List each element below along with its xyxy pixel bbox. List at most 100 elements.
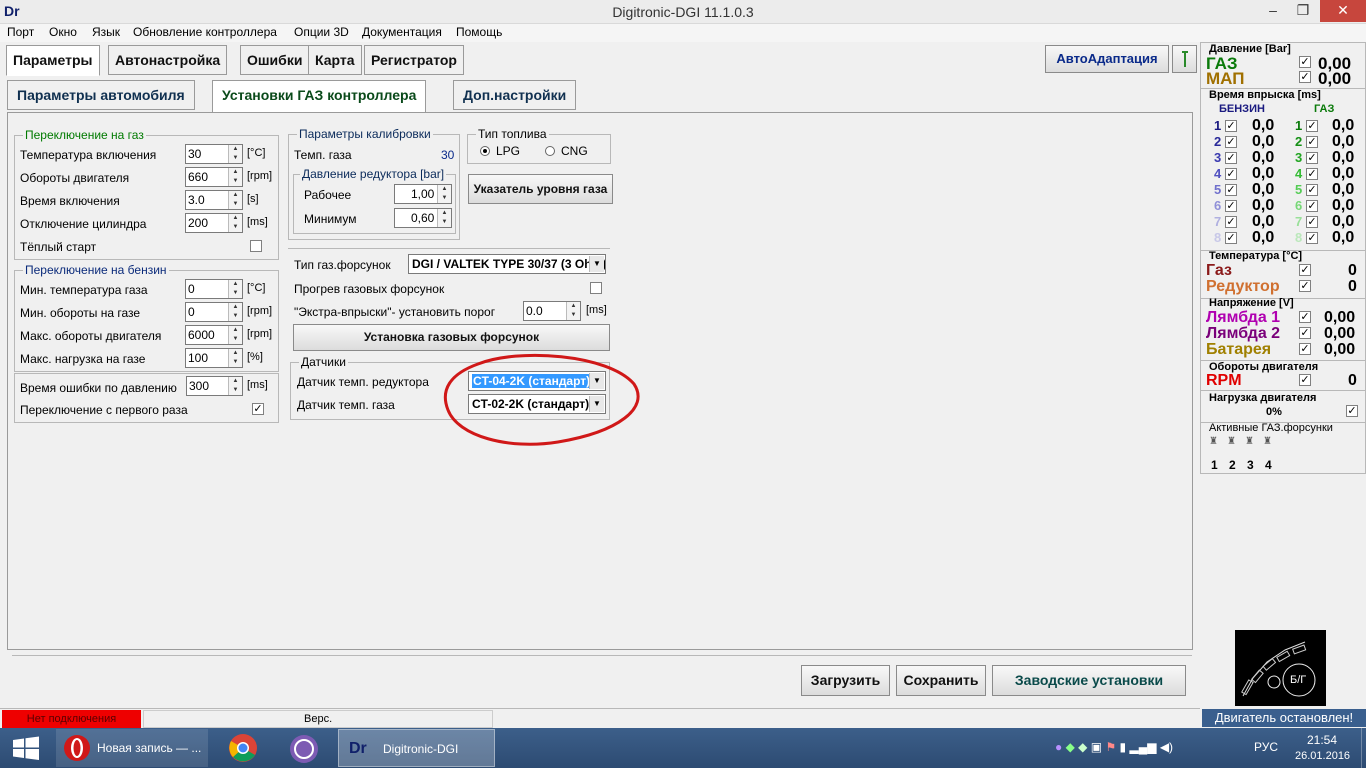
tray-icons[interactable]: ● ◆ ◆ ▣ ⚑ ▮ ▂▄▆ ◀) xyxy=(1055,740,1173,754)
injector-type-select[interactable]: DGI / VALTEK TYPE 30/37 (3 Ohm) ▼ xyxy=(408,254,606,274)
lpg-label: LPG xyxy=(496,144,521,158)
gas-injector-checkbox[interactable]: ✓ xyxy=(1306,152,1318,164)
map-pressure-checkbox[interactable]: ✓ xyxy=(1299,71,1311,83)
factory-settings-button[interactable]: Заводские установки xyxy=(992,665,1186,696)
gas-injector-checkbox[interactable]: ✓ xyxy=(1306,168,1318,180)
menu-3d[interactable]: Опции 3D xyxy=(294,25,349,39)
gas-injector-number: 5 xyxy=(1295,182,1303,197)
spin-arrows-icon: ▲ ▼ xyxy=(228,303,242,321)
petrol-injection-value: 0,0 xyxy=(1252,117,1275,134)
version-status: Верс. xyxy=(143,710,493,728)
injector-icon: ♜ xyxy=(1245,436,1254,447)
gas-petrol-switch[interactable]: Б/Г xyxy=(1235,630,1326,706)
subtab-gas-controller[interactable]: Установки ГАЗ контроллера xyxy=(212,80,427,113)
start-button[interactable] xyxy=(0,729,52,767)
reducer-pressure-title: Давление редуктора [bar] xyxy=(300,167,447,181)
taskbar-digitronic[interactable]: Dr Digitronic-DGI xyxy=(338,729,495,767)
tab-errors[interactable]: Ошибки xyxy=(240,45,310,75)
spin-arrows-icon: ▲ ▼ xyxy=(228,145,242,163)
menu-language[interactable]: Язык xyxy=(92,25,120,39)
load-button[interactable]: Загрузить xyxy=(801,665,890,696)
cylinder-off-input[interactable]: 200 ▲ ▼ xyxy=(185,213,243,233)
petrol-injector-checkbox[interactable]: ✓ xyxy=(1225,120,1237,132)
battery-checkbox[interactable]: ✓ xyxy=(1299,343,1311,355)
gas-pressure-checkbox[interactable]: ✓ xyxy=(1299,56,1311,68)
petrol-injector-checkbox[interactable]: ✓ xyxy=(1225,168,1237,180)
petrol-injection-value: 0,0 xyxy=(1252,181,1275,198)
unit-label: [ms] xyxy=(247,216,268,228)
tab-map[interactable]: Карта xyxy=(308,45,362,75)
injector-setup-button[interactable]: Установка газовых форсунок xyxy=(293,324,610,351)
lambda1-checkbox[interactable]: ✓ xyxy=(1299,311,1311,323)
tab-recorder[interactable]: Регистратор xyxy=(364,45,464,75)
extra-injection-input[interactable]: 0.0 ▲ ▼ xyxy=(523,301,581,321)
gas-injector-checkbox[interactable]: ✓ xyxy=(1306,120,1318,132)
temp-reducer-value: 0 xyxy=(1348,278,1357,295)
gas-injector-number: 1 xyxy=(1295,118,1303,133)
tab-autotune[interactable]: Автонастройка xyxy=(108,45,228,75)
switch-rpm-input[interactable]: 660 ▲ ▼ xyxy=(185,167,243,187)
switch-time-input[interactable]: 3.0 ▲ ▼ xyxy=(185,190,243,210)
show-desktop[interactable] xyxy=(1361,728,1366,768)
gas-level-button[interactable]: Указатель уровня газа xyxy=(468,174,613,204)
spin-arrows-icon: ▲ ▼ xyxy=(228,280,242,298)
warm-start-checkbox[interactable] xyxy=(250,240,262,252)
petrol-injector-checkbox[interactable]: ✓ xyxy=(1225,152,1237,164)
max-load-input[interactable]: 100 ▲ ▼ xyxy=(185,348,243,368)
taskbar-chrome[interactable] xyxy=(212,729,272,767)
tab-parameters[interactable]: Параметры xyxy=(6,45,100,76)
subtab-car-params[interactable]: Параметры автомобиля xyxy=(7,80,195,110)
petrol-injector-checkbox[interactable]: ✓ xyxy=(1225,232,1237,244)
load-value: 0% xyxy=(1266,406,1282,418)
lambda2-checkbox[interactable]: ✓ xyxy=(1299,327,1311,339)
menu-help[interactable]: Помощь xyxy=(456,25,502,39)
gas-injector-checkbox[interactable]: ✓ xyxy=(1306,136,1318,148)
petrol-injector-checkbox[interactable]: ✓ xyxy=(1225,200,1237,212)
taskbar-opera[interactable]: Новая запись — ... xyxy=(56,729,208,767)
menu-docs[interactable]: Документация xyxy=(362,25,442,39)
gas-injector-checkbox[interactable]: ✓ xyxy=(1306,216,1318,228)
petrol-injector-checkbox[interactable]: ✓ xyxy=(1225,184,1237,196)
gas-injector-checkbox[interactable]: ✓ xyxy=(1306,184,1318,196)
min-pressure-input[interactable]: 0,60 ▲ ▼ xyxy=(394,208,452,228)
taskbar-viber[interactable] xyxy=(276,729,334,767)
petrol-injector-number: 6 xyxy=(1214,198,1222,213)
cng-radio[interactable] xyxy=(545,146,555,156)
gas-column-label: ГАЗ xyxy=(1314,103,1335,115)
working-pressure-input[interactable]: 1,00 ▲ ▼ xyxy=(394,184,452,204)
rpm-checkbox[interactable]: ✓ xyxy=(1299,374,1311,386)
petrol-injector-checkbox[interactable]: ✓ xyxy=(1225,216,1237,228)
tray-time[interactable]: 21:54 xyxy=(1307,733,1337,747)
injection-title: Время впрыска [ms] xyxy=(1209,89,1321,101)
temp-gas-checkbox[interactable]: ✓ xyxy=(1299,264,1311,276)
switch-temp-input[interactable]: 30 ▲ ▼ xyxy=(185,144,243,164)
load-checkbox[interactable]: ✓ xyxy=(1346,405,1358,417)
gas-injector-checkbox[interactable]: ✓ xyxy=(1306,200,1318,212)
gas-injector-checkbox[interactable]: ✓ xyxy=(1306,232,1318,244)
max-rpm-input[interactable]: 6000 ▲ ▼ xyxy=(185,325,243,345)
autoadapt-button[interactable]: АвтоАдаптация xyxy=(1045,45,1169,73)
petrol-injector-checkbox[interactable]: ✓ xyxy=(1225,136,1237,148)
wrench-button[interactable] xyxy=(1172,45,1197,73)
menu-window[interactable]: Окно xyxy=(49,25,77,39)
restore-icon[interactable]: ❐ xyxy=(1288,0,1318,22)
min-gas-temp-input[interactable]: 0 ▲ ▼ xyxy=(185,279,243,299)
close-icon[interactable]: ✕ xyxy=(1320,0,1366,22)
menu-update[interactable]: Обновление контроллера xyxy=(133,25,277,39)
tray-language[interactable]: РУС xyxy=(1254,740,1278,754)
temp-reducer-checkbox[interactable]: ✓ xyxy=(1299,280,1311,292)
rpm-label: RPM xyxy=(1206,372,1242,389)
lpg-radio[interactable] xyxy=(480,146,490,156)
tray-date[interactable]: 26.01.2016 xyxy=(1295,750,1350,762)
save-button[interactable]: Сохранить xyxy=(896,665,986,696)
menu-port[interactable]: Порт xyxy=(7,25,34,39)
gas-gauge-icon xyxy=(1241,641,1316,697)
min-rpm-input[interactable]: 0 ▲ ▼ xyxy=(185,302,243,322)
injector-warmup-checkbox[interactable] xyxy=(590,282,602,294)
pressure-error-input[interactable]: 300 ▲ ▼ xyxy=(186,376,243,396)
extra-injection-label: "Экстра-впрыски"- установить порог xyxy=(294,305,496,319)
status-bar: Нет подключения Верс. xyxy=(0,708,1200,728)
subtab-extra-settings[interactable]: Доп.настройки xyxy=(453,80,577,110)
minimize-icon[interactable]: – xyxy=(1258,0,1288,22)
first-switch-checkbox[interactable]: ✓ xyxy=(252,403,264,415)
